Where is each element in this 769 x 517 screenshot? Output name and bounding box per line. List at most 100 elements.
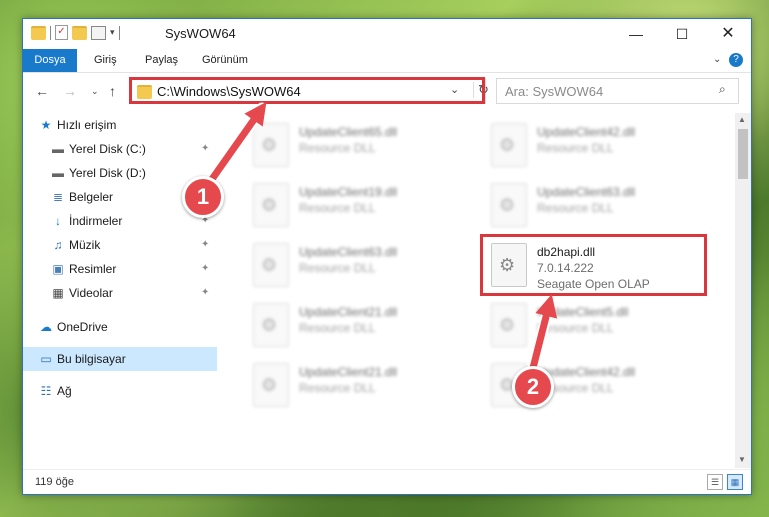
properties-icon[interactable]: [91, 25, 106, 40]
file-tile[interactable]: ⚙ UpdateClient19.dll Resource DLL: [249, 179, 469, 231]
toolbar-divider: [118, 25, 120, 40]
details-view-icon[interactable]: ☰: [707, 474, 723, 490]
step-2-badge: 2: [512, 366, 554, 408]
sidebar-item-music[interactable]: ♫ Müzik ✦: [23, 233, 217, 257]
folder-icon: [31, 25, 46, 40]
tab-share[interactable]: Paylaş: [145, 49, 178, 72]
scrollbar-thumb[interactable]: [738, 129, 748, 179]
pin-icon[interactable]: ✦: [201, 137, 209, 161]
file-description: Resource DLL: [299, 321, 376, 335]
file-description: Resource DLL: [299, 201, 376, 215]
step-1-badge: 1: [182, 176, 224, 218]
star-icon: ★: [40, 118, 52, 132]
file-tile[interactable]: ⚙ UpdateClient21.dll Resource DLL: [249, 359, 469, 411]
scroll-down-arrow-icon[interactable]: ▼: [738, 455, 746, 464]
sidebar-item-pictures[interactable]: ▣ Resimler ✦: [23, 257, 217, 281]
pin-icon[interactable]: ✦: [201, 281, 209, 305]
file-description: Resource DLL: [537, 141, 614, 155]
dll-file-icon: ⚙: [491, 123, 527, 167]
sidebar-item-label: İndirmeler: [69, 214, 123, 228]
pictures-icon: ▣: [52, 262, 64, 276]
recent-locations-chevron-icon[interactable]: ⌄: [91, 86, 99, 97]
file-description: Resource DLL: [537, 201, 614, 215]
file-name: UpdateClient21.dll: [299, 365, 398, 379]
file-description: Resource DLL: [299, 381, 376, 395]
download-icon: ↓: [55, 214, 61, 228]
search-placeholder[interactable]: Ara: SysWOW64: [505, 84, 603, 99]
sidebar-item-network[interactable]: ☷ Ağ: [23, 379, 217, 403]
gear-icon: ⚙: [499, 315, 516, 335]
video-icon: ▦: [52, 286, 64, 300]
item-count: 119 öğe: [35, 476, 74, 488]
new-folder-icon[interactable]: [72, 25, 87, 40]
sidebar-item-onedrive[interactable]: ☁ OneDrive: [23, 315, 217, 339]
back-button[interactable]: ←: [35, 83, 49, 99]
dll-file-icon: ⚙: [491, 183, 527, 227]
gear-icon: ⚙: [261, 195, 278, 215]
file-tile[interactable]: ⚙ UpdateClient63.dll Resource DLL: [487, 179, 707, 231]
minimize-button[interactable]: —: [613, 19, 659, 49]
sidebar-item-label: Bu bilgisayar: [57, 352, 126, 366]
large-icons-view-icon[interactable]: ▦: [727, 474, 743, 490]
dll-file-icon: ⚙: [253, 123, 289, 167]
gear-icon: ⚙: [261, 375, 278, 395]
search-icon[interactable]: ⌕: [719, 82, 726, 97]
dll-file-icon: ⚙: [253, 243, 289, 287]
file-description: Resource DLL: [299, 141, 376, 155]
dll-file-icon: ⚙: [253, 363, 289, 407]
quick-access-toolbar: ✓ ▾: [31, 25, 120, 40]
toolbar-divider: [50, 25, 51, 40]
gear-icon: ⚙: [261, 255, 278, 275]
sidebar-item-local-disk-c[interactable]: ▬ Yerel Disk (C:) ✦: [23, 137, 217, 161]
customize-toolbar-chevron-icon[interactable]: ▾: [110, 27, 115, 38]
file-tile[interactable]: ⚙ UpdateClient5.dll Resource DLL: [487, 299, 707, 351]
sidebar-item-label: Videolar: [69, 286, 113, 300]
sidebar-item-label: Müzik: [69, 238, 101, 252]
file-tile[interactable]: ⚙ UpdateClient21.dll Resource DLL: [249, 299, 469, 351]
sidebar-item-label: OneDrive: [57, 320, 108, 334]
close-button[interactable]: ✕: [705, 19, 751, 49]
up-button[interactable]: ↑: [109, 83, 116, 99]
dll-file-icon: ⚙: [253, 183, 289, 227]
cloud-icon: ☁: [40, 320, 52, 334]
sidebar-item-this-pc[interactable]: ▭ Bu bilgisayar: [23, 347, 217, 371]
maximize-button[interactable]: ☐: [659, 19, 705, 49]
explorer-window: ✓ ▾ SysWOW64 — ☐ ✕ Dosya Giriş Paylaş Gö…: [22, 18, 752, 495]
file-name: UpdateClient63.dll: [299, 245, 398, 259]
music-icon: ♫: [53, 238, 63, 252]
file-tile[interactable]: ⚙ UpdateClient63.dll Resource DLL: [249, 239, 469, 291]
title-bar: ✓ ▾ SysWOW64 — ☐ ✕: [23, 19, 751, 49]
scroll-up-arrow-icon[interactable]: ▲: [738, 115, 746, 124]
tab-file[interactable]: Dosya: [23, 49, 77, 72]
sidebar-item-label: Yerel Disk (C:): [69, 142, 146, 156]
file-description: Resource DLL: [537, 321, 614, 335]
sidebar-item-label: Hızlı erişim: [57, 118, 117, 132]
pin-icon[interactable]: ✦: [201, 233, 209, 257]
forward-button[interactable]: →: [63, 83, 77, 99]
sidebar-item-quick-access[interactable]: ★ Hızlı erişim: [23, 113, 217, 137]
file-name: UpdateClient21.dll: [299, 305, 398, 319]
status-bar: 119 öğe ☰ ▦: [23, 469, 751, 494]
search-box[interactable]: Ara: SysWOW64 ⌕: [496, 78, 739, 104]
ribbon-tabs: Dosya Giriş Paylaş Görünüm ⌄ ?: [23, 49, 751, 73]
sidebar-item-downloads[interactable]: ↓ İndirmeler ✦: [23, 209, 217, 233]
properties-check-icon[interactable]: ✓: [55, 25, 68, 40]
sidebar-item-label: Resimler: [69, 262, 117, 276]
file-name: UpdateClient65.dll: [299, 125, 398, 139]
expand-ribbon-chevron-icon[interactable]: ⌄: [713, 54, 721, 65]
documents-icon: ≣: [52, 190, 64, 204]
sidebar-item-videos[interactable]: ▦ Videolar ✦: [23, 281, 217, 305]
window-title: SysWOW64: [165, 26, 236, 41]
tab-view[interactable]: Görünüm: [202, 49, 248, 72]
sidebar-item-label: Belgeler: [69, 190, 114, 204]
pin-icon[interactable]: ✦: [201, 257, 209, 281]
vertical-scrollbar[interactable]: ▲ ▼: [735, 113, 751, 468]
tab-home[interactable]: Giriş: [94, 49, 117, 72]
help-icon[interactable]: ?: [729, 53, 743, 67]
file-tile[interactable]: ⚙ UpdateClient42.dll Resource DLL: [487, 119, 707, 171]
file-tile[interactable]: ⚙ UpdateClient65.dll Resource DLL: [249, 119, 469, 171]
address-highlight-box: [129, 77, 485, 104]
gear-icon: ⚙: [261, 135, 278, 155]
file-name: UpdateClient5.dll: [537, 305, 629, 319]
network-icon: ☷: [40, 384, 52, 398]
